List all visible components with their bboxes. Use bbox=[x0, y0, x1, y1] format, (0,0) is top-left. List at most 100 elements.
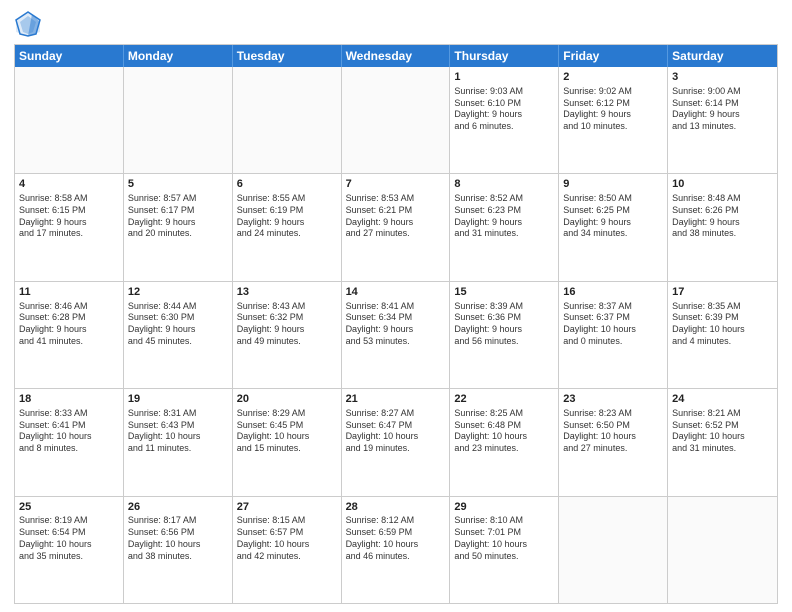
day-number: 9 bbox=[563, 177, 663, 192]
cell-info: Sunrise: 8:17 AM Sunset: 6:56 PM Dayligh… bbox=[128, 515, 228, 562]
cal-cell-day-8: 8Sunrise: 8:52 AM Sunset: 6:23 PM Daylig… bbox=[450, 174, 559, 280]
cal-cell-day-12: 12Sunrise: 8:44 AM Sunset: 6:30 PM Dayli… bbox=[124, 282, 233, 388]
cell-info: Sunrise: 8:31 AM Sunset: 6:43 PM Dayligh… bbox=[128, 408, 228, 455]
cell-info: Sunrise: 8:29 AM Sunset: 6:45 PM Dayligh… bbox=[237, 408, 337, 455]
day-number: 29 bbox=[454, 500, 554, 515]
cal-row-1: 4Sunrise: 8:58 AM Sunset: 6:15 PM Daylig… bbox=[15, 173, 777, 280]
cal-row-2: 11Sunrise: 8:46 AM Sunset: 6:28 PM Dayli… bbox=[15, 281, 777, 388]
day-number: 3 bbox=[672, 70, 773, 85]
cal-cell-day-27: 27Sunrise: 8:15 AM Sunset: 6:57 PM Dayli… bbox=[233, 497, 342, 603]
day-number: 23 bbox=[563, 392, 663, 407]
cal-cell-day-22: 22Sunrise: 8:25 AM Sunset: 6:48 PM Dayli… bbox=[450, 389, 559, 495]
cell-info: Sunrise: 8:53 AM Sunset: 6:21 PM Dayligh… bbox=[346, 193, 446, 240]
day-number: 26 bbox=[128, 500, 228, 515]
day-number: 10 bbox=[672, 177, 773, 192]
day-number: 17 bbox=[672, 285, 773, 300]
cal-cell-day-1: 1Sunrise: 9:03 AM Sunset: 6:10 PM Daylig… bbox=[450, 67, 559, 173]
cal-cell-day-10: 10Sunrise: 8:48 AM Sunset: 6:26 PM Dayli… bbox=[668, 174, 777, 280]
day-number: 4 bbox=[19, 177, 119, 192]
cell-info: Sunrise: 8:12 AM Sunset: 6:59 PM Dayligh… bbox=[346, 515, 446, 562]
cal-cell-empty-0-2 bbox=[233, 67, 342, 173]
cell-info: Sunrise: 8:48 AM Sunset: 6:26 PM Dayligh… bbox=[672, 193, 773, 240]
cell-info: Sunrise: 8:37 AM Sunset: 6:37 PM Dayligh… bbox=[563, 301, 663, 348]
cal-cell-day-28: 28Sunrise: 8:12 AM Sunset: 6:59 PM Dayli… bbox=[342, 497, 451, 603]
cell-info: Sunrise: 8:57 AM Sunset: 6:17 PM Dayligh… bbox=[128, 193, 228, 240]
cal-cell-day-17: 17Sunrise: 8:35 AM Sunset: 6:39 PM Dayli… bbox=[668, 282, 777, 388]
cell-info: Sunrise: 8:58 AM Sunset: 6:15 PM Dayligh… bbox=[19, 193, 119, 240]
day-number: 6 bbox=[237, 177, 337, 192]
cal-cell-day-3: 3Sunrise: 9:00 AM Sunset: 6:14 PM Daylig… bbox=[668, 67, 777, 173]
header-cell-sunday: Sunday bbox=[15, 45, 124, 67]
cell-info: Sunrise: 9:02 AM Sunset: 6:12 PM Dayligh… bbox=[563, 86, 663, 133]
cal-cell-day-7: 7Sunrise: 8:53 AM Sunset: 6:21 PM Daylig… bbox=[342, 174, 451, 280]
day-number: 13 bbox=[237, 285, 337, 300]
day-number: 15 bbox=[454, 285, 554, 300]
header-cell-friday: Friday bbox=[559, 45, 668, 67]
cell-info: Sunrise: 8:21 AM Sunset: 6:52 PM Dayligh… bbox=[672, 408, 773, 455]
day-number: 22 bbox=[454, 392, 554, 407]
cal-cell-day-4: 4Sunrise: 8:58 AM Sunset: 6:15 PM Daylig… bbox=[15, 174, 124, 280]
cell-info: Sunrise: 8:50 AM Sunset: 6:25 PM Dayligh… bbox=[563, 193, 663, 240]
day-number: 21 bbox=[346, 392, 446, 407]
day-number: 11 bbox=[19, 285, 119, 300]
cal-cell-day-29: 29Sunrise: 8:10 AM Sunset: 7:01 PM Dayli… bbox=[450, 497, 559, 603]
day-number: 1 bbox=[454, 70, 554, 85]
cell-info: Sunrise: 8:44 AM Sunset: 6:30 PM Dayligh… bbox=[128, 301, 228, 348]
cell-info: Sunrise: 8:25 AM Sunset: 6:48 PM Dayligh… bbox=[454, 408, 554, 455]
calendar: SundayMondayTuesdayWednesdayThursdayFrid… bbox=[14, 44, 778, 604]
day-number: 24 bbox=[672, 392, 773, 407]
calendar-header-row: SundayMondayTuesdayWednesdayThursdayFrid… bbox=[15, 45, 777, 67]
cal-cell-day-9: 9Sunrise: 8:50 AM Sunset: 6:25 PM Daylig… bbox=[559, 174, 668, 280]
cell-info: Sunrise: 8:46 AM Sunset: 6:28 PM Dayligh… bbox=[19, 301, 119, 348]
cell-info: Sunrise: 8:33 AM Sunset: 6:41 PM Dayligh… bbox=[19, 408, 119, 455]
day-number: 20 bbox=[237, 392, 337, 407]
header bbox=[14, 10, 778, 38]
cal-row-3: 18Sunrise: 8:33 AM Sunset: 6:41 PM Dayli… bbox=[15, 388, 777, 495]
cal-cell-empty-0-0 bbox=[15, 67, 124, 173]
cal-cell-day-6: 6Sunrise: 8:55 AM Sunset: 6:19 PM Daylig… bbox=[233, 174, 342, 280]
cal-cell-day-23: 23Sunrise: 8:23 AM Sunset: 6:50 PM Dayli… bbox=[559, 389, 668, 495]
header-cell-monday: Monday bbox=[124, 45, 233, 67]
day-number: 18 bbox=[19, 392, 119, 407]
cell-info: Sunrise: 8:41 AM Sunset: 6:34 PM Dayligh… bbox=[346, 301, 446, 348]
cal-cell-day-26: 26Sunrise: 8:17 AM Sunset: 6:56 PM Dayli… bbox=[124, 497, 233, 603]
cal-cell-day-11: 11Sunrise: 8:46 AM Sunset: 6:28 PM Dayli… bbox=[15, 282, 124, 388]
cal-cell-day-25: 25Sunrise: 8:19 AM Sunset: 6:54 PM Dayli… bbox=[15, 497, 124, 603]
day-number: 2 bbox=[563, 70, 663, 85]
day-number: 16 bbox=[563, 285, 663, 300]
cell-info: Sunrise: 8:19 AM Sunset: 6:54 PM Dayligh… bbox=[19, 515, 119, 562]
day-number: 5 bbox=[128, 177, 228, 192]
cell-info: Sunrise: 8:35 AM Sunset: 6:39 PM Dayligh… bbox=[672, 301, 773, 348]
cell-info: Sunrise: 8:10 AM Sunset: 7:01 PM Dayligh… bbox=[454, 515, 554, 562]
header-cell-saturday: Saturday bbox=[668, 45, 777, 67]
cal-cell-day-20: 20Sunrise: 8:29 AM Sunset: 6:45 PM Dayli… bbox=[233, 389, 342, 495]
header-cell-wednesday: Wednesday bbox=[342, 45, 451, 67]
header-cell-tuesday: Tuesday bbox=[233, 45, 342, 67]
calendar-body: 1Sunrise: 9:03 AM Sunset: 6:10 PM Daylig… bbox=[15, 67, 777, 603]
day-number: 8 bbox=[454, 177, 554, 192]
cal-cell-day-24: 24Sunrise: 8:21 AM Sunset: 6:52 PM Dayli… bbox=[668, 389, 777, 495]
cal-cell-day-5: 5Sunrise: 8:57 AM Sunset: 6:17 PM Daylig… bbox=[124, 174, 233, 280]
cal-row-4: 25Sunrise: 8:19 AM Sunset: 6:54 PM Dayli… bbox=[15, 496, 777, 603]
cal-cell-empty-0-3 bbox=[342, 67, 451, 173]
cal-cell-day-19: 19Sunrise: 8:31 AM Sunset: 6:43 PM Dayli… bbox=[124, 389, 233, 495]
cell-info: Sunrise: 8:52 AM Sunset: 6:23 PM Dayligh… bbox=[454, 193, 554, 240]
day-number: 7 bbox=[346, 177, 446, 192]
day-number: 14 bbox=[346, 285, 446, 300]
cell-info: Sunrise: 8:43 AM Sunset: 6:32 PM Dayligh… bbox=[237, 301, 337, 348]
cal-cell-empty-0-1 bbox=[124, 67, 233, 173]
cell-info: Sunrise: 8:55 AM Sunset: 6:19 PM Dayligh… bbox=[237, 193, 337, 240]
cal-cell-day-21: 21Sunrise: 8:27 AM Sunset: 6:47 PM Dayli… bbox=[342, 389, 451, 495]
day-number: 27 bbox=[237, 500, 337, 515]
cell-info: Sunrise: 9:03 AM Sunset: 6:10 PM Dayligh… bbox=[454, 86, 554, 133]
cal-row-0: 1Sunrise: 9:03 AM Sunset: 6:10 PM Daylig… bbox=[15, 67, 777, 173]
cell-info: Sunrise: 8:23 AM Sunset: 6:50 PM Dayligh… bbox=[563, 408, 663, 455]
logo bbox=[14, 10, 46, 38]
cal-cell-day-13: 13Sunrise: 8:43 AM Sunset: 6:32 PM Dayli… bbox=[233, 282, 342, 388]
day-number: 25 bbox=[19, 500, 119, 515]
cal-cell-day-14: 14Sunrise: 8:41 AM Sunset: 6:34 PM Dayli… bbox=[342, 282, 451, 388]
cal-cell-day-16: 16Sunrise: 8:37 AM Sunset: 6:37 PM Dayli… bbox=[559, 282, 668, 388]
cal-cell-day-15: 15Sunrise: 8:39 AM Sunset: 6:36 PM Dayli… bbox=[450, 282, 559, 388]
day-number: 28 bbox=[346, 500, 446, 515]
day-number: 19 bbox=[128, 392, 228, 407]
